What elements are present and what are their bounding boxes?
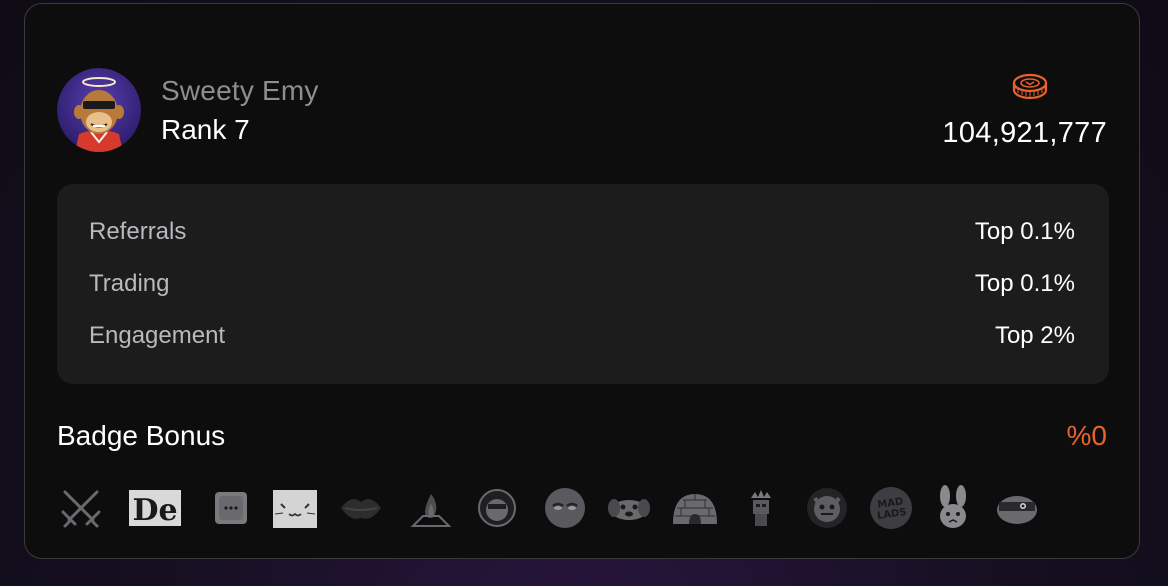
- cat-face-icon[interactable]: [269, 484, 321, 532]
- stat-value: Top 0.1%: [974, 270, 1075, 297]
- crossed-swords-icon[interactable]: [57, 484, 105, 532]
- stat-value: Top 0.1%: [974, 218, 1075, 245]
- campfire-icon[interactable]: [407, 484, 455, 532]
- coin-icon: [1010, 70, 1050, 102]
- stat-value: Top 2%: [994, 322, 1075, 349]
- points-total: 104,921,777: [942, 117, 1107, 149]
- bunny-icon[interactable]: [929, 484, 977, 532]
- stat-label: Trading: [89, 270, 170, 297]
- lips-icon[interactable]: [337, 484, 385, 532]
- stat-row-trading: Trading Top 0.1%: [89, 268, 1075, 300]
- monster-face-icon[interactable]: [803, 484, 851, 532]
- user-name: Sweety Emy: [161, 75, 319, 106]
- badge-bonus-label: Badge Bonus: [57, 420, 226, 451]
- ape-avatar-icon[interactable]: [57, 68, 141, 152]
- dog-face-icon[interactable]: [605, 484, 653, 532]
- user-rank: Rank 7: [161, 114, 250, 145]
- stat-row-engagement: Engagement Top 2%: [89, 320, 1075, 352]
- chat-bubble-icon[interactable]: [207, 484, 255, 532]
- de-logo-icon[interactable]: De: [127, 484, 183, 532]
- stat-label: Referrals: [89, 218, 187, 245]
- moon-face-icon[interactable]: [541, 484, 589, 532]
- badge-bonus-value: %0: [1066, 420, 1107, 451]
- svg-text:De: De: [132, 493, 177, 528]
- stats-panel: Referrals Top 0.1% Trading Top 0.1% Enga…: [57, 184, 1109, 384]
- igloo-icon[interactable]: [669, 484, 721, 532]
- crowned-figure-icon[interactable]: [737, 484, 785, 532]
- stat-row-referrals: Referrals Top 0.1%: [89, 216, 1075, 248]
- badge-list: De MAD LADS: [57, 484, 1057, 532]
- stat-label: Engagement: [89, 322, 226, 349]
- hooded-face-icon[interactable]: [473, 484, 521, 532]
- profile-card: Sweety Emy Rank 7 104,921,777 Referrals …: [24, 3, 1140, 559]
- ninja-icon[interactable]: [993, 484, 1041, 532]
- mad-lads-icon[interactable]: MAD LADS: [867, 484, 915, 532]
